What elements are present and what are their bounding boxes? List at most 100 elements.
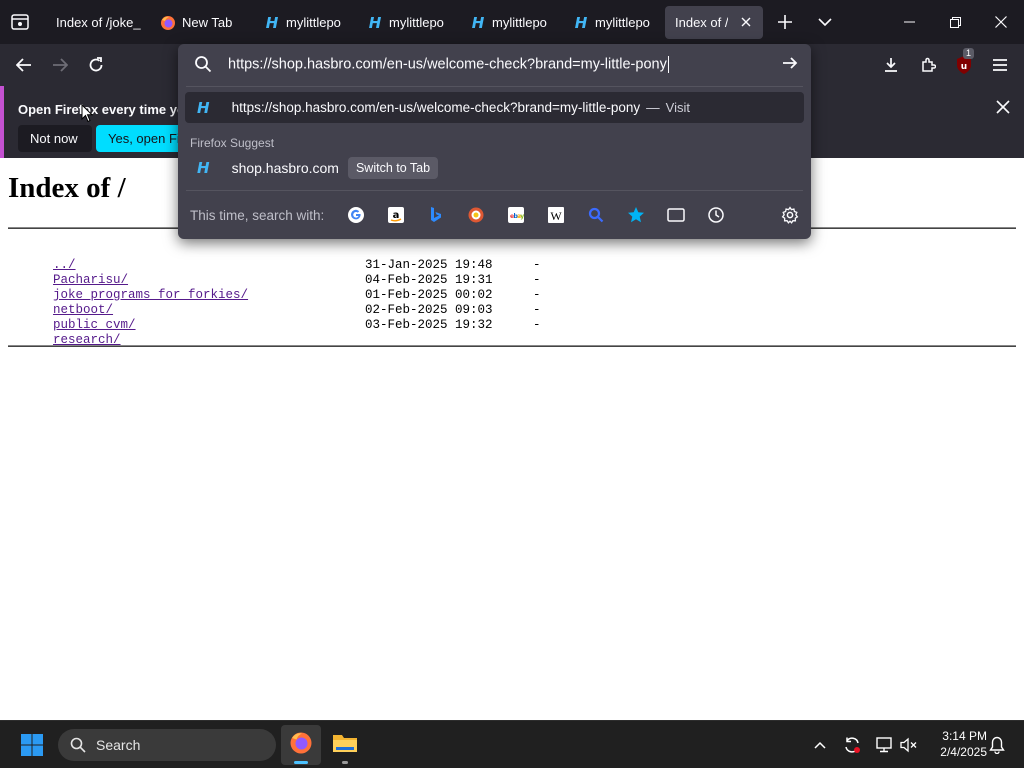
tab-bar: Index of /joke_ New Tab H mylittlepo H m… — [0, 0, 1024, 44]
not-now-button[interactable]: Not now — [18, 125, 92, 152]
file-size: - — [533, 258, 541, 272]
suggestion-switch-to-tab[interactable]: H shop.hasbro.com Switch to Tab — [185, 154, 804, 182]
suggestion-url: https://shop.hasbro.com/en-us/welcome-ch… — [231, 100, 641, 115]
hasbro-icon: H — [574, 13, 588, 32]
file-size: - — [533, 273, 541, 287]
suggestion-visit-url[interactable]: H https://shop.hasbro.com/en-us/welcome-… — [185, 92, 804, 123]
new-tab-plus-icon[interactable] — [774, 11, 796, 33]
list-all-tabs-chevron-icon[interactable] — [814, 11, 836, 33]
notification-bell-icon[interactable] — [985, 733, 1009, 757]
reload-icon[interactable] — [81, 50, 111, 80]
list-item: joke_programs_for_forkies/ 04-Feb-2025 1… — [8, 273, 541, 302]
volume-muted-icon[interactable] — [897, 733, 921, 757]
page-title: Index of / — [8, 172, 126, 204]
go-arrow-icon[interactable] — [781, 54, 799, 77]
firefox-view-icon[interactable] — [8, 11, 32, 33]
url-text: https://shop.hasbro.com/en-us/welcome-ch… — [228, 56, 667, 73]
notification-message: Open Firefox every time you — [18, 102, 193, 117]
show-hidden-icons-chevron-icon[interactable] — [808, 733, 832, 757]
tab-new-tab[interactable]: New Tab — [150, 6, 250, 39]
address-bar-dropdown: https://shop.hasbro.com/en-us/welcome-ch… — [178, 44, 811, 239]
yes-open-firefox-button[interactable]: Yes, open Firefox — [96, 125, 186, 152]
restore-icon[interactable] — [932, 0, 978, 44]
windows-taskbar: Search 3:14 PM 2/4/2025 — [0, 720, 1024, 768]
tab-index-root[interactable]: Index of / — [665, 6, 763, 39]
tab-mylittlepony-3[interactable]: H mylittlepo — [460, 6, 556, 39]
bookmarks-star-icon[interactable] — [626, 205, 646, 225]
tab-mylittlepony-1[interactable]: H mylittlepo — [254, 6, 350, 39]
active-app-indicator — [294, 761, 308, 764]
duckduckgo-icon[interactable] — [466, 205, 486, 225]
tab-mylittlepony-4[interactable]: H mylittlepo — [563, 6, 659, 39]
suggestion-separator: — — [646, 100, 660, 115]
sync-icon[interactable] — [840, 733, 864, 757]
divider — [186, 190, 803, 191]
modified-date: 03-Feb-2025 19:32 — [365, 318, 493, 332]
folder-icon — [332, 732, 358, 759]
google-icon[interactable] — [346, 205, 366, 225]
back-arrow-icon[interactable] — [9, 50, 39, 80]
svg-text:a: a — [393, 210, 400, 221]
close-window-icon[interactable] — [978, 0, 1024, 44]
firefox-icon — [289, 731, 313, 760]
search-icon — [194, 55, 212, 78]
hamburger-menu-icon[interactable] — [985, 50, 1015, 80]
clock-date: 2/4/2025 — [940, 745, 987, 759]
tab-mylittlepony-2[interactable]: H mylittlepo — [357, 6, 453, 39]
taskbar-firefox-button[interactable] — [281, 725, 321, 765]
modified-date: 04-Feb-2025 19:31 — [365, 273, 493, 287]
windows-start-icon[interactable] — [20, 733, 44, 757]
wikipedia-icon[interactable]: W — [546, 205, 566, 225]
list-item: netboot/ 01-Feb-2025 00:02 - — [8, 288, 541, 317]
search-label: Search — [96, 737, 141, 753]
tab-title: Index of /joke_ — [56, 15, 141, 30]
taskbar-search-box[interactable]: Search — [58, 729, 276, 761]
firefox-icon — [160, 15, 176, 31]
text-caret — [667, 56, 669, 73]
tab-title: mylittlepo — [389, 15, 444, 30]
ebay-icon[interactable]: ebay — [506, 205, 526, 225]
firefox-suggest-header: Firefox Suggest — [190, 136, 275, 150]
hasbro-icon: H — [197, 98, 210, 117]
amazon-icon[interactable]: a — [386, 205, 406, 225]
taskbar-file-explorer-button[interactable] — [325, 725, 365, 765]
suggestion-domain: shop.hasbro.com — [231, 160, 339, 176]
forward-arrow-icon[interactable] — [45, 50, 75, 80]
clock-time: 3:14 PM — [942, 729, 987, 743]
tabs-icon[interactable] — [666, 205, 686, 225]
extension-badge: 1 — [963, 48, 975, 59]
tab-title: Index of / — [675, 15, 729, 30]
close-notification-icon[interactable] — [996, 98, 1010, 119]
mouse-cursor-icon — [81, 103, 94, 128]
address-bar[interactable]: https://shop.hasbro.com/en-us/welcome-ch… — [178, 44, 811, 86]
svg-text:u: u — [961, 62, 967, 72]
suggestion-action: Visit — [665, 100, 690, 115]
tab-title: New Tab — [182, 15, 233, 30]
switch-to-tab-button[interactable]: Switch to Tab — [347, 157, 439, 179]
bing-icon[interactable] — [426, 205, 446, 225]
history-icon[interactable] — [706, 205, 726, 225]
modified-date: 01-Feb-2025 00:02 — [365, 288, 493, 302]
list-item: ../ — [8, 243, 248, 272]
list-item: Pacharisu/ 31-Jan-2025 19:48 - — [8, 258, 541, 287]
file-size: - — [533, 288, 541, 302]
page-content: Index of / ../ Pacharisu/ 31-Jan-2025 19… — [0, 160, 1024, 720]
settings-gear-icon[interactable] — [780, 205, 800, 225]
search-icon[interactable] — [586, 205, 606, 225]
hasbro-icon: H — [197, 159, 210, 177]
downloads-icon[interactable] — [876, 50, 906, 80]
minimize-icon[interactable] — [886, 0, 932, 44]
taskbar-clock[interactable]: 3:14 PM 2/4/2025 — [925, 728, 987, 760]
address-bar-value[interactable]: https://shop.hasbro.com/en-us/welcome-ch… — [228, 56, 669, 73]
network-icon[interactable] — [872, 733, 896, 757]
list-item: public_cvm/ 02-Feb-2025 09:03 - — [8, 303, 541, 332]
close-tab-icon[interactable] — [737, 13, 755, 31]
ublock-origin-icon[interactable]: u 1 — [949, 48, 979, 80]
file-size: - — [533, 303, 541, 317]
extensions-icon[interactable] — [913, 50, 943, 80]
tab-index-joke[interactable]: Index of /joke_ — [46, 6, 146, 39]
tab-title: mylittlepo — [286, 15, 341, 30]
running-app-indicator — [342, 761, 348, 764]
directory-listing: ../ Pacharisu/ 31-Jan-2025 19:48 - joke_… — [8, 243, 541, 347]
search-with-label: This time, search with: — [190, 208, 325, 223]
